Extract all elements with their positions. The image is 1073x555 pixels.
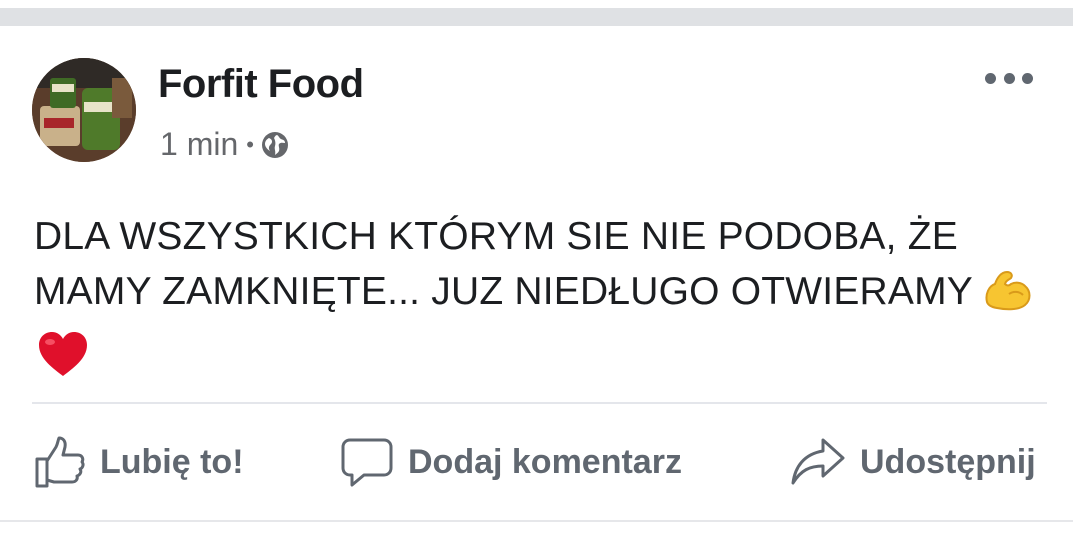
meta-separator: • [246, 131, 254, 157]
like-button[interactable]: Lubię to! [34, 432, 244, 492]
post-body: DLA WSZYSTKICH KTÓRYM SIE NIE PODOBA, ŻE… [34, 215, 974, 313]
globe-icon [261, 131, 288, 158]
page-name[interactable]: Forfit Food [158, 62, 364, 107]
post-text: DLA WSZYSTKICH KTÓRYM SIE NIE PODOBA, ŻE… [34, 210, 1044, 394]
comment-icon [341, 438, 393, 487]
feed-top-band [0, 0, 1073, 26]
red-heart-icon [36, 329, 90, 394]
share-button[interactable]: Udostępnij [790, 432, 1036, 492]
like-label: Lubię to! [100, 442, 244, 481]
actions-divider [32, 402, 1047, 404]
comment-label: Dodaj komentarz [408, 442, 682, 481]
more-options-button[interactable] [985, 66, 1033, 90]
flexed-biceps-icon [981, 264, 1035, 329]
avatar[interactable] [32, 58, 136, 162]
top-band-highlight [0, 0, 1073, 8]
more-dot-2 [1003, 72, 1015, 84]
share-icon [791, 438, 845, 485]
more-dot-1 [985, 72, 996, 84]
share-label: Udostępnij [860, 442, 1036, 481]
comment-button[interactable]: Dodaj komentarz [340, 432, 682, 492]
more-dot-3 [1022, 72, 1033, 84]
post-timestamp[interactable]: 1 min [160, 126, 238, 163]
post-meta: 1 min • [160, 126, 290, 163]
thumbs-up-icon [35, 436, 85, 488]
feed-bottom-band [0, 520, 1073, 555]
avatar-image [32, 58, 136, 162]
